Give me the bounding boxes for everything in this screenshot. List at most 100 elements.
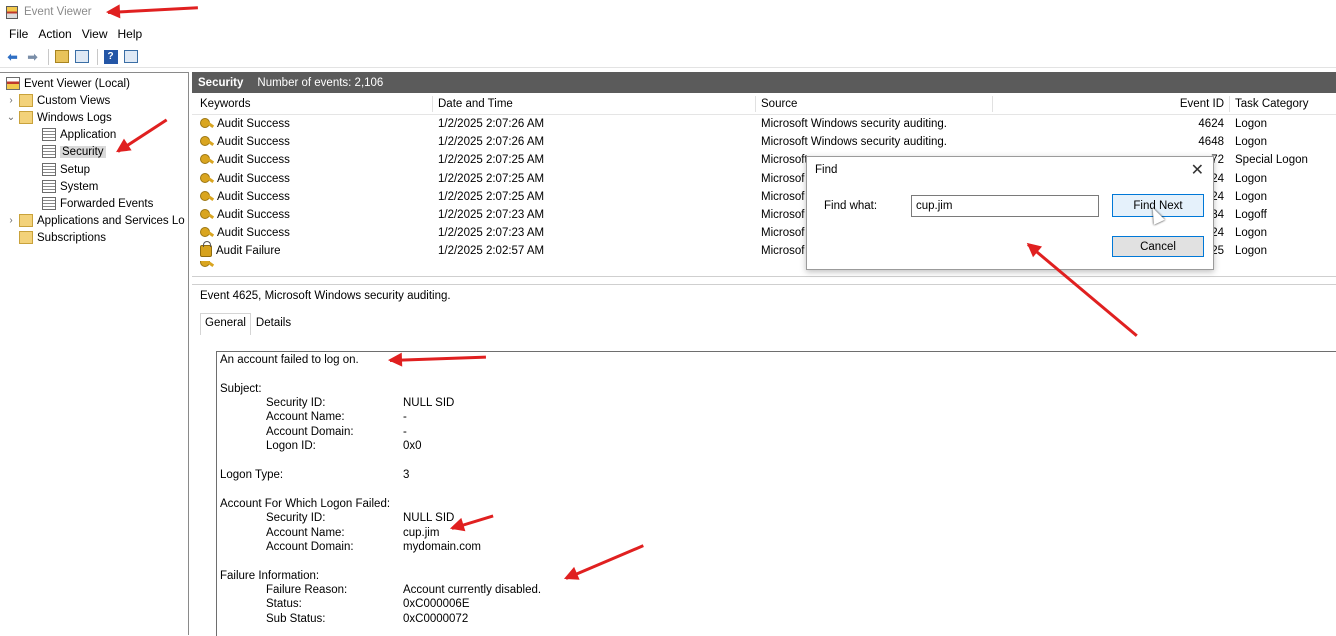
row-source: Microsoft Windows security auditing.	[761, 136, 947, 149]
find-what-label: Find what:	[824, 200, 878, 212]
row-keyword-text: Audit Success	[217, 209, 290, 222]
header-event-id[interactable]: Event ID	[1172, 98, 1224, 110]
panel-title: Security	[198, 76, 244, 89]
cancel-button[interactable]: Cancel	[1112, 236, 1204, 257]
logon-type-label: Logon Type:	[220, 469, 284, 481]
row-keyword-text: Audit Failure	[216, 245, 281, 258]
failed-account-label: Account For Which Logon Failed:	[220, 498, 391, 510]
row-source: Microsoft Windows security auditing.	[761, 118, 947, 131]
log-icon	[42, 145, 56, 158]
tree-root[interactable]: Event Viewer (Local)	[6, 75, 130, 92]
row-date: 1/2/2025 2:07:23 AM	[438, 227, 545, 240]
row-date: 1/2/2025 2:07:23 AM	[438, 209, 545, 222]
event-viewer-icon	[6, 77, 20, 90]
row-category: Logon	[1235, 190, 1267, 203]
title-bar: Event Viewer	[0, 0, 1336, 24]
help-icon[interactable]: ?	[102, 49, 119, 65]
field-key: Account Domain:	[266, 541, 354, 553]
column-separator[interactable]	[992, 96, 993, 112]
navigation-tree: Event Viewer (Local) › Custom Views ⌄ Wi…	[0, 72, 189, 635]
log-icon	[42, 197, 56, 210]
find-dialog-title: Find	[815, 164, 838, 176]
row-keyword: Audit Failure	[200, 241, 430, 258]
menu-action[interactable]: Action	[33, 27, 76, 41]
row-keyword-text: Audit Success	[217, 227, 290, 240]
row-source: Microsof	[761, 245, 805, 258]
close-icon[interactable]: ✕	[1191, 160, 1204, 180]
tree-custom-views[interactable]: › Custom Views	[6, 92, 110, 109]
header-date[interactable]: Date and Time	[438, 98, 513, 110]
field-value: -	[403, 426, 407, 438]
menu-file[interactable]: File	[4, 27, 33, 41]
chevron-right-icon[interactable]: ›	[6, 95, 16, 106]
find-what-input[interactable]	[911, 195, 1099, 217]
chevron-right-icon[interactable]: ›	[6, 215, 16, 226]
tree-log-application[interactable]: Application	[42, 126, 116, 143]
field-value: mydomain.com	[403, 541, 481, 553]
tab-general[interactable]: General	[200, 313, 251, 335]
row-keyword: Audit Success	[200, 227, 430, 239]
tree-subscriptions[interactable]: Subscriptions	[19, 229, 106, 246]
field-value: Account currently disabled.	[403, 584, 542, 596]
row-keyword: Audit Success	[200, 172, 430, 185]
row-keyword: Audit Success	[200, 118, 430, 130]
table-row[interactable]: Audit Success 1/2/2025 2:07:26 AM Microsof…	[192, 115, 1336, 133]
folder-icon	[19, 111, 33, 124]
show-hide-tree-icon[interactable]	[73, 49, 90, 65]
tree-log-forwarded[interactable]: Forwarded Events	[42, 195, 153, 212]
row-category: Logon	[1235, 172, 1267, 185]
field-key: Account Name:	[266, 527, 345, 539]
event-viewer-icon	[6, 5, 18, 19]
header-task-category[interactable]: Task Category	[1235, 98, 1309, 110]
row-date: 1/2/2025 2:07:25 AM	[438, 190, 545, 203]
subject-label: Subject:	[220, 383, 262, 395]
field-key: Security ID:	[266, 512, 326, 524]
toolbar-separator	[97, 48, 98, 65]
row-keyword-text: Audit Success	[217, 154, 290, 167]
log-icon	[42, 163, 56, 176]
column-separator[interactable]	[432, 96, 433, 112]
row-date: 1/2/2025 2:02:57 AM	[438, 245, 545, 258]
field-key: Security ID:	[266, 397, 326, 409]
field-value: NULL SID	[403, 512, 455, 524]
column-separator[interactable]	[755, 96, 756, 112]
column-separator[interactable]	[1229, 96, 1230, 112]
row-event-id: 4648	[1198, 136, 1224, 149]
subscriptions-icon	[19, 231, 33, 244]
tree-app-services[interactable]: › Applications and Services Lo	[6, 212, 185, 229]
row-source: Microsof	[761, 172, 805, 185]
field-value: 0xC000006E	[403, 598, 470, 610]
row-category: Logoff	[1235, 209, 1267, 222]
row-keyword-text: Audit Success	[217, 172, 290, 185]
tab-details[interactable]: Details	[251, 313, 296, 335]
event-detail-title: Event 4625, Microsoft Windows security a…	[200, 290, 451, 302]
row-source: Microsoft	[761, 154, 808, 167]
event-description: An account failed to log on. Subject: Se…	[216, 351, 1336, 636]
row-source: Microsof	[761, 190, 805, 203]
field-key: Status:	[266, 598, 302, 610]
log-icon	[42, 128, 56, 141]
menu-view[interactable]: View	[77, 27, 113, 41]
tree-windows-logs[interactable]: ⌄ Windows Logs	[6, 109, 112, 126]
chevron-down-icon[interactable]: ⌄	[6, 112, 16, 123]
event-count: Number of events: 2,106	[257, 76, 384, 89]
key-icon	[200, 260, 214, 269]
toolbar-separator	[48, 48, 49, 65]
table-row[interactable]: Audit Success 1/2/2025 2:07:26 AM Microsof…	[192, 133, 1336, 151]
tree-log-setup[interactable]: Setup	[42, 161, 90, 178]
forward-icon[interactable]: ➡	[24, 49, 41, 65]
event-summary: An account failed to log on.	[220, 354, 359, 366]
grid-header: Keywords Date and Time Source Event ID T…	[192, 93, 1336, 115]
tree-log-security[interactable]: Security	[42, 143, 106, 160]
row-source: Microsof	[761, 209, 805, 222]
field-value: 0x0	[403, 440, 422, 452]
key-icon	[200, 136, 214, 148]
up-folder-icon[interactable]	[53, 49, 70, 65]
menu-help[interactable]: Help	[113, 27, 148, 41]
show-action-pane-icon[interactable]	[122, 49, 139, 65]
back-icon[interactable]: ⬅	[4, 49, 21, 65]
tree-log-system[interactable]: System	[42, 178, 98, 195]
field-key: Logon ID:	[266, 440, 316, 452]
header-source[interactable]: Source	[761, 98, 797, 110]
header-keywords[interactable]: Keywords	[200, 98, 430, 110]
